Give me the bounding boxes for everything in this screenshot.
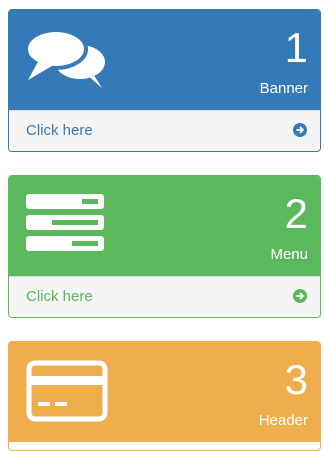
- panel-heading: 2 Menu: [9, 176, 320, 276]
- arrow-circle-right-icon[interactable]: [293, 123, 307, 137]
- panel-banner: 1 Banner Click here: [8, 9, 321, 152]
- arrow-circle-right-icon[interactable]: [293, 289, 307, 303]
- panel-header: 3 Header: [8, 341, 321, 451]
- menu-stack-icon: [26, 194, 108, 261]
- panel-menu: 2 Menu Click here: [8, 175, 321, 318]
- panel-heading: 3 Header: [9, 342, 320, 442]
- comments-icon: [24, 28, 108, 95]
- click-here-link[interactable]: Click here: [26, 288, 93, 306]
- click-here-link[interactable]: Click here: [26, 122, 93, 140]
- panel-heading: 1 Banner: [9, 10, 320, 110]
- panel-footer-link[interactable]: Click here: [9, 110, 320, 151]
- panel-footer-link[interactable]: Click here: [9, 276, 320, 317]
- panel-label: Menu: [270, 246, 308, 263]
- panel-number: 3: [284, 356, 308, 403]
- panel-number: 1: [284, 24, 308, 71]
- credit-card-icon: [26, 360, 108, 427]
- panel-label: Banner: [259, 80, 308, 97]
- panel-label: Header: [258, 412, 308, 429]
- panel-number: 2: [284, 190, 308, 237]
